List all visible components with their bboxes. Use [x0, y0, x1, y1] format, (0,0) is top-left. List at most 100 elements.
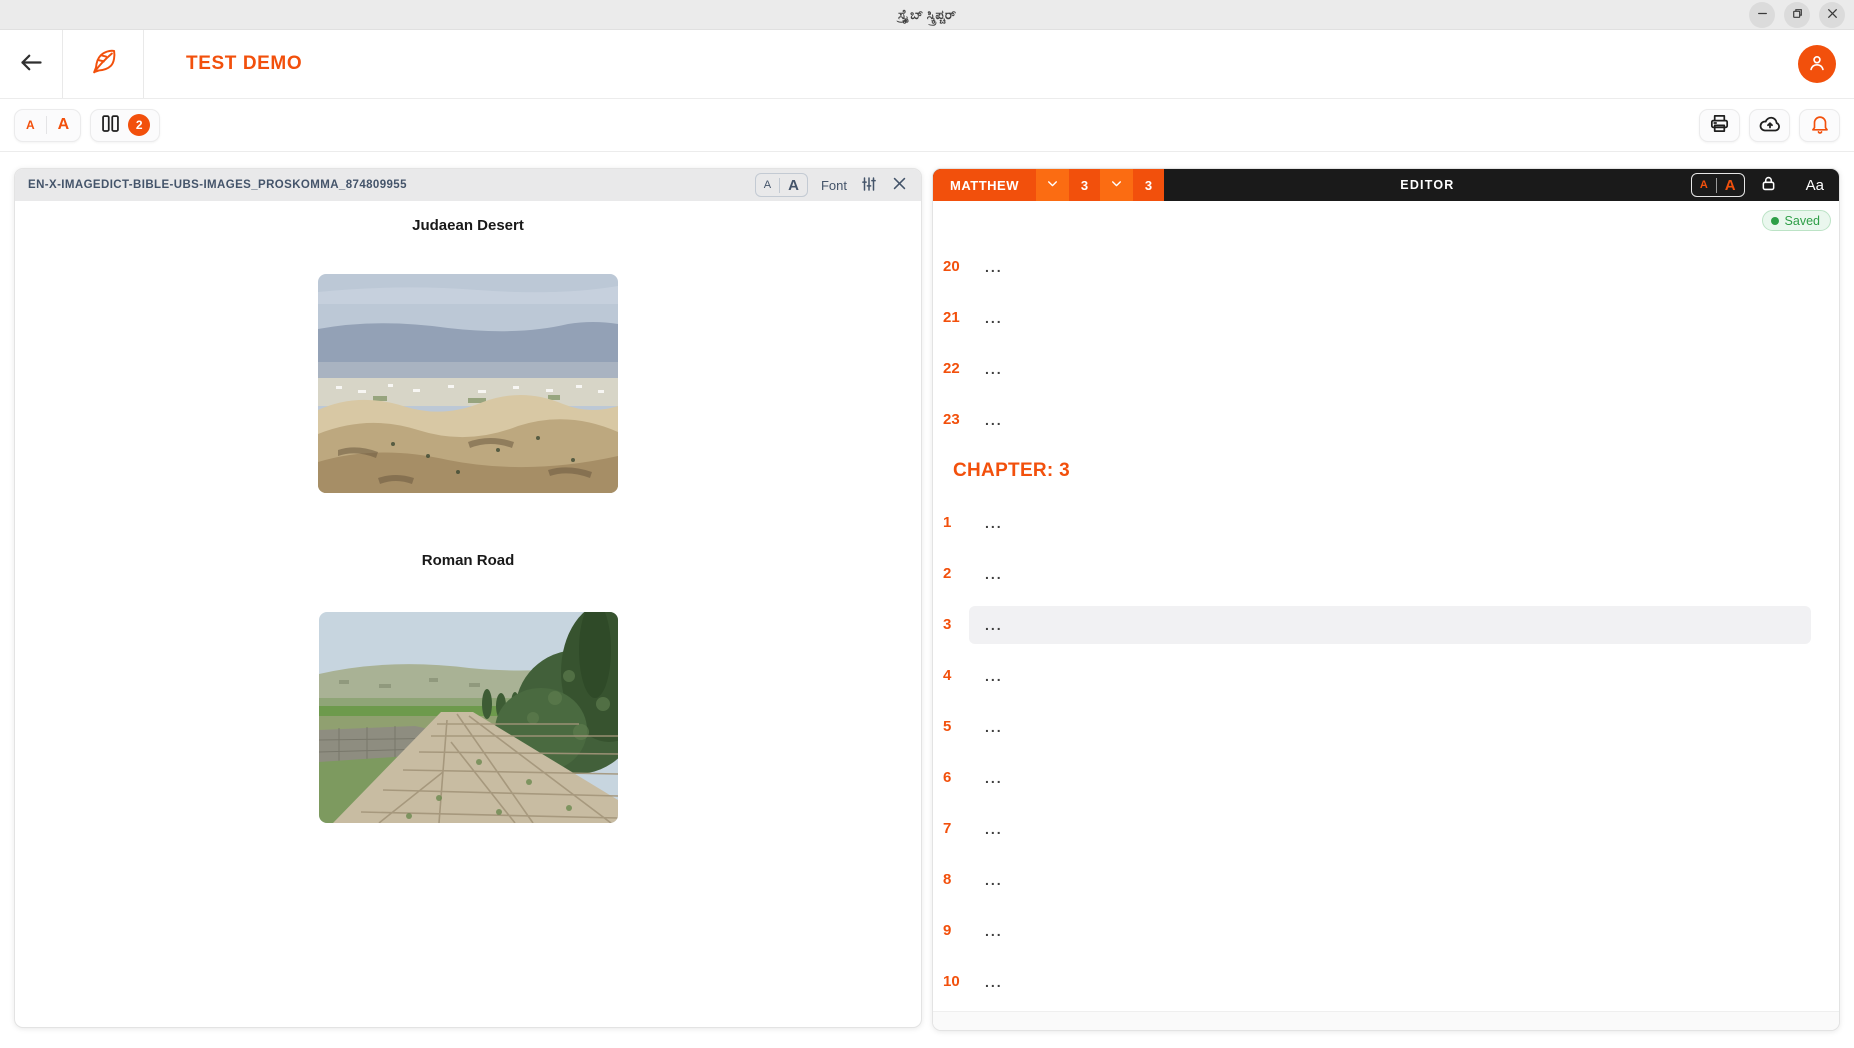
- verse-row[interactable]: 20 ...: [943, 241, 1811, 292]
- font-family-button[interactable]: Aa: [1806, 177, 1824, 194]
- app-header: TEST DEMO: [0, 30, 1854, 99]
- verse-row[interactable]: 7 ...: [943, 803, 1811, 854]
- verse-select-button[interactable]: 3: [1133, 169, 1164, 201]
- saved-dot-icon: [1771, 217, 1779, 225]
- sliders-icon: [860, 175, 878, 196]
- resource-panel-body: Judaean Desert: [15, 201, 921, 828]
- open-panels-badge: 2: [128, 114, 150, 136]
- verse-text[interactable]: ...: [969, 555, 1811, 593]
- chapter-select-button[interactable]: 3: [1069, 169, 1100, 201]
- verse-number: 22: [943, 360, 969, 377]
- verse-number: 6: [943, 769, 969, 786]
- resource-settings-button[interactable]: [860, 175, 878, 196]
- verse-number: 5: [943, 718, 969, 735]
- status-badge: Saved: [1762, 210, 1831, 231]
- print-button[interactable]: [1699, 109, 1740, 142]
- verse-text[interactable]: ...: [969, 759, 1811, 797]
- verse-number: 1: [943, 514, 969, 531]
- increase-font-button[interactable]: A: [47, 116, 81, 134]
- verse-text[interactable]: ...: [969, 299, 1811, 337]
- verse-list-after: 1 ... 2 ... 3 ...: [943, 497, 1811, 1007]
- minimize-button[interactable]: [1749, 2, 1775, 28]
- close-icon: [891, 175, 908, 195]
- header-divider: [143, 30, 144, 98]
- close-window-button[interactable]: [1819, 2, 1845, 28]
- judaean-desert-image: [318, 274, 618, 493]
- figure-caption: Judaean Desert: [15, 217, 921, 234]
- resource-decrease-font-button[interactable]: A: [756, 179, 779, 191]
- window-controls: [1749, 2, 1845, 28]
- editor-header-controls: A A Aa: [1691, 169, 1839, 201]
- verse-row[interactable]: 2 ...: [943, 548, 1811, 599]
- verse-number: 3: [943, 616, 969, 633]
- resource-panel-header: EN-X-IMAGEDICT-BIBLE-UBS-IMAGES_PROSKOMM…: [15, 169, 921, 201]
- verse-text[interactable]: ...: [969, 401, 1811, 439]
- os-titlebar: ಸ್ಕ್ರೈಬ್ ಸ್ಕ್ರಿಪ್ಚರ್: [0, 0, 1854, 30]
- verse-text[interactable]: ...: [969, 708, 1811, 746]
- resource-id-label: EN-X-IMAGEDICT-BIBLE-UBS-IMAGES_PROSKOMM…: [28, 179, 755, 191]
- save-status-row: Saved: [933, 201, 1839, 241]
- verse-row[interactable]: 21 ...: [943, 292, 1811, 343]
- verse-row[interactable]: 6 ...: [943, 752, 1811, 803]
- verse-row[interactable]: 22 ...: [943, 343, 1811, 394]
- chapter-dropdown-button[interactable]: [1100, 169, 1133, 201]
- quill-logo-icon: [88, 46, 119, 82]
- restore-button[interactable]: [1784, 2, 1810, 28]
- verse-text[interactable]: ...: [969, 810, 1811, 848]
- chapter-heading: CHAPTER: 3: [953, 460, 1070, 482]
- user-avatar[interactable]: [1798, 45, 1836, 83]
- roman-road-image: [319, 612, 618, 823]
- verse-text[interactable]: ...: [969, 350, 1811, 388]
- cloud-upload-icon: [1758, 112, 1782, 139]
- verse-row[interactable]: 23 ...: [943, 394, 1811, 445]
- editor-increase-font-button[interactable]: A: [1717, 177, 1744, 194]
- chevron-down-icon: [1046, 177, 1059, 193]
- verse-text[interactable]: ...: [969, 248, 1811, 286]
- verse-number: 10: [943, 973, 969, 990]
- figure-caption: Roman Road: [15, 552, 921, 569]
- lock-button[interactable]: [1759, 174, 1778, 196]
- editor-decrease-font-button[interactable]: A: [1692, 179, 1716, 191]
- verse-row[interactable]: 9 ...: [943, 905, 1811, 956]
- close-panel-button[interactable]: [891, 175, 908, 195]
- verse-row[interactable]: 4 ...: [943, 650, 1811, 701]
- restore-icon: [1791, 7, 1804, 23]
- global-font-size-group: A A: [14, 109, 81, 142]
- verse-text[interactable]: ...: [969, 912, 1811, 950]
- verse-text[interactable]: ...: [969, 504, 1811, 542]
- resource-font-size-group: A A: [755, 173, 808, 197]
- editor-body: Saved 20 ... 21 ...: [933, 201, 1839, 1011]
- decrease-font-button[interactable]: A: [15, 118, 46, 132]
- verse-text[interactable]: ...: [969, 657, 1811, 695]
- notifications-button[interactable]: [1799, 109, 1840, 142]
- window-title: ಸ್ಕ್ರೈಬ್ ಸ್ಕ್ರಿಪ್ಚರ್: [898, 7, 956, 23]
- verse-row[interactable]: 5 ...: [943, 701, 1811, 752]
- verse-row[interactable]: 1 ...: [943, 497, 1811, 548]
- layout-columns-button[interactable]: 2: [90, 109, 160, 142]
- app-logo: [63, 30, 143, 98]
- verse-text[interactable]: ...: [969, 861, 1811, 899]
- verse-text[interactable]: ...: [969, 963, 1811, 1001]
- verse-number: 2: [943, 565, 969, 582]
- verse-row[interactable]: 3 ...: [943, 599, 1811, 650]
- book-select-button[interactable]: MATTHEW: [933, 169, 1036, 201]
- resource-increase-font-button[interactable]: A: [780, 177, 807, 194]
- verse-number: 21: [943, 309, 969, 326]
- verse-list: 20 ... 21 ... 22 ...: [933, 241, 1839, 1007]
- verse-number: 8: [943, 871, 969, 888]
- verse-row[interactable]: 10 ...: [943, 956, 1811, 1007]
- verse-text[interactable]: ...: [969, 606, 1811, 644]
- verse-row[interactable]: 8 ...: [943, 854, 1811, 905]
- chevron-down-icon: [1110, 177, 1123, 193]
- editor-title: EDITOR: [1164, 169, 1691, 201]
- image-dictionary-panel: EN-X-IMAGEDICT-BIBLE-UBS-IMAGES_PROSKOMM…: [14, 168, 922, 1028]
- back-button[interactable]: [0, 30, 62, 98]
- book-dropdown-button[interactable]: [1036, 169, 1069, 201]
- verse-number: 9: [943, 922, 969, 939]
- verse-list-before: 20 ... 21 ... 22 ...: [943, 241, 1811, 445]
- cloud-sync-button[interactable]: [1749, 109, 1790, 142]
- editor-panel: MATTHEW 3 3 EDITOR A A: [932, 168, 1840, 1031]
- saved-label: Saved: [1785, 214, 1820, 228]
- main-toolbar: A A 2: [0, 99, 1854, 152]
- chapter-heading-row: CHAPTER: 3: [943, 445, 1811, 497]
